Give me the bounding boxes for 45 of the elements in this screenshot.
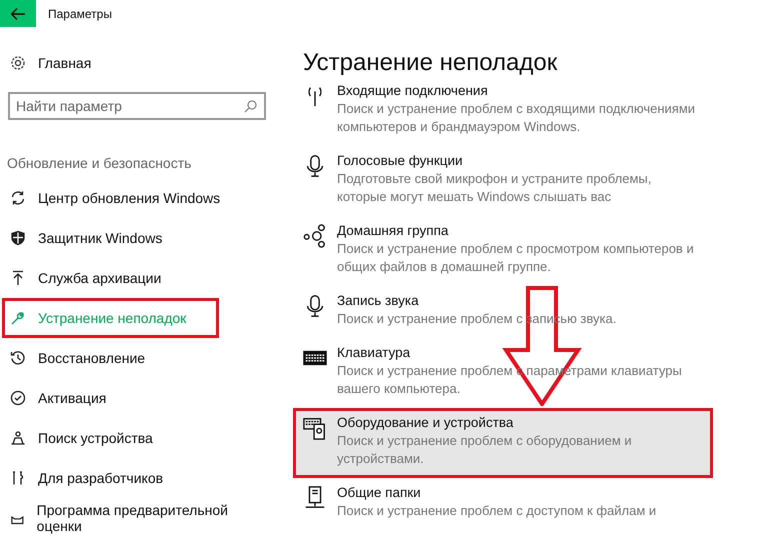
settings-icon <box>10 55 26 71</box>
check-circle-icon <box>10 390 26 406</box>
item-description: Поиск и устранение проблем с входящими подключениями компьютеров и брандмауэром Windows. <box>337 100 696 136</box>
homegroup-icon <box>303 224 327 248</box>
sync-icon <box>10 190 26 206</box>
page-title: Устранение неполадок <box>303 50 558 76</box>
shield-icon <box>10 230 26 246</box>
search-icon <box>244 100 257 113</box>
troubleshooter-item[interactable]: Оборудование и устройства Поиск и устранение проблем с оборудованием и устройствами. <box>293 408 713 478</box>
item-title: Запись звука <box>337 292 420 310</box>
item-title: Оборудование и устройства <box>337 414 514 432</box>
person-icon <box>10 430 26 446</box>
sidebar-item[interactable]: Для разработчиков <box>2 458 196 498</box>
troubleshooter-item[interactable]: Общие папки Поиск и устранение проблем с доступом к файлам и <box>293 478 713 530</box>
server-icon <box>303 486 327 510</box>
sidebar-item[interactable]: Восстановление <box>2 338 178 378</box>
item-title: Домашняя группа <box>337 222 450 240</box>
back-button[interactable] <box>0 0 36 27</box>
sidebar-item[interactable]: Центр обновления Windows <box>2 178 254 218</box>
back-arrow-icon <box>10 6 26 20</box>
troubleshooter-item[interactable]: Домашняя группа Поиск и устранение проблем с просмотром компьютеров и общих файлов в домашней группе. <box>293 216 713 286</box>
tools-icon <box>10 470 26 486</box>
keyboard-speaker-icon <box>303 416 327 440</box>
item-title: Общие папки <box>337 484 422 502</box>
item-description: Поиск и устранение проблем с просмотром компьютеров и общих файлов в домашней группе. <box>337 240 695 276</box>
upload-icon <box>10 270 26 286</box>
item-description: Поиск и устранение проблем с оборудованием и устройствами. <box>337 432 633 468</box>
sidebar-item[interactable]: Защитник Windows <box>2 218 196 258</box>
window-title: Параметры <box>48 6 112 20</box>
section-heading: Обновление и безопасность <box>7 154 192 172</box>
history-icon <box>10 350 26 366</box>
sidebar-item[interactable]: Программа предварительной оценки <box>2 498 290 538</box>
wrench-icon <box>10 310 26 326</box>
sidebar-item[interactable]: Поиск устройства <box>2 418 186 458</box>
troubleshooter-item[interactable]: Голосовые функции Подготовьте свой микрофон и устраните проблемы, которые могут мешать Windows слышать вас <box>293 146 713 216</box>
item-description: Поиск и устранение проблем с доступом к файлам и <box>337 502 656 520</box>
search-field[interactable]: Найти параметр <box>8 92 266 120</box>
sidebar-item[interactable]: Активация <box>2 378 140 418</box>
troubleshooter-item[interactable]: Входящие подключения Поиск и устранение проблем с входящими подключениями компьютеров и брандмауэром Windows. <box>293 76 713 146</box>
home-link[interactable]: Главная <box>2 43 124 83</box>
item-description: Подготовьте свой микрофон и устраните проблемы, которые могут мешать Windows слышать вас <box>337 170 652 206</box>
item-title: Входящие подключения <box>337 82 489 100</box>
item-title: Клавиатура <box>337 344 412 362</box>
sidebar-item[interactable]: Служба архивации <box>2 258 194 298</box>
item-title: Голосовые функции <box>337 152 464 170</box>
